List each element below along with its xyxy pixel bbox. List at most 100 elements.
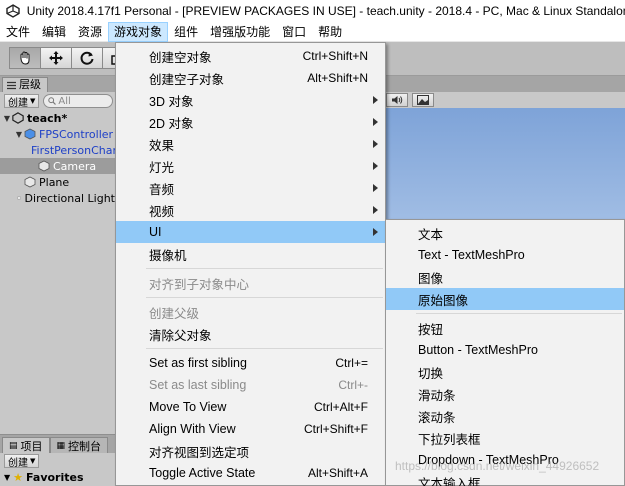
gameobject-menu-item-label: 对齐到子对象中心 <box>149 277 250 292</box>
chevron-right-icon <box>373 162 378 170</box>
gameobject-menu-item[interactable]: 对齐视图到选定项 <box>116 440 385 462</box>
gameobject-menu-item[interactable]: 创建空对象 Ctrl+Shift+N <box>116 45 385 67</box>
hierarchy-panel: 层级 创建 ▼ All ▼ teach* ▼ FPSController First… <box>0 76 145 434</box>
menu-4[interactable]: 组件 <box>168 22 204 42</box>
gameobject-menu-item[interactable]: 灯光 <box>116 155 385 177</box>
ui-submenu-item[interactable]: 原始图像 <box>386 288 624 310</box>
move-tool-button[interactable] <box>40 47 72 69</box>
gameobject-menu-item[interactable]: 视频 <box>116 199 385 221</box>
gameobject-menu-item-label: 效果 <box>149 138 175 153</box>
gameobject-menu-item-label: 3D 对象 <box>149 94 194 109</box>
gameobject-menu-item[interactable]: 音频 <box>116 177 385 199</box>
hierarchy-item[interactable]: ▼ FPSController <box>0 126 115 142</box>
project-create-button[interactable]: 创建 ▼ <box>4 454 40 469</box>
expand-triangle-icon: ▼ <box>3 113 11 123</box>
ui-submenu-item-label: 文本 <box>418 227 444 242</box>
chevron-right-icon <box>373 206 378 214</box>
unity-scene-icon <box>12 112 24 124</box>
ui-submenu-item[interactable]: 文本 <box>386 222 624 244</box>
gameobject-menu-item[interactable]: Set as first sibling Ctrl+= <box>116 352 385 374</box>
search-icon <box>48 97 57 105</box>
menu-6[interactable]: 窗口 <box>276 22 312 42</box>
folder-icon: ▤ <box>9 440 18 451</box>
menu-7[interactable]: 帮助 <box>312 22 348 42</box>
gameobject-cube-icon <box>24 176 36 188</box>
expand-triangle-icon: ▼ <box>4 472 11 482</box>
hierarchy-item-label: Directional Light <box>24 191 115 205</box>
chevron-right-icon <box>373 228 378 236</box>
ui-submenu-item-label: Button - TextMeshPro <box>418 343 538 357</box>
gameobject-cube-icon <box>38 160 50 172</box>
ui-submenu-item[interactable]: 滑动条 <box>386 383 624 405</box>
hand-icon <box>20 51 30 65</box>
ui-submenu-item[interactable]: 按钮 <box>386 317 624 339</box>
tab-console[interactable]: ▦ 控制台 <box>49 437 109 453</box>
gameobject-menu-item: 创建父级 <box>116 301 385 323</box>
chevron-down-icon: ▼ <box>30 97 36 105</box>
hierarchy-search-input[interactable]: All <box>43 94 113 108</box>
menu-separator <box>146 297 383 298</box>
hand-tool-button[interactable] <box>9 47 41 69</box>
image-icon <box>417 95 429 105</box>
menu-3[interactable]: 游戏对象 <box>108 21 169 42</box>
ui-submenu-item[interactable]: 滚动条 <box>386 405 624 427</box>
hierarchy-item[interactable]: Plane <box>0 174 115 190</box>
shortcut-label: Ctrl+- <box>338 378 368 392</box>
ui-submenu-item-label: Text - TextMeshPro <box>418 248 525 262</box>
gameobject-menu-item[interactable]: Move To View Ctrl+Alt+F <box>116 396 385 418</box>
chevron-right-icon <box>373 118 378 126</box>
scene-root-row[interactable]: ▼ teach* <box>0 110 115 126</box>
rotate-icon <box>80 51 94 65</box>
effects-toggle-button[interactable] <box>412 93 434 107</box>
gameobject-menu-item-label: 摄像机 <box>149 248 187 263</box>
hierarchy-items: ▼ FPSController FirstPersonCharacter Camera… <box>0 126 145 206</box>
ui-submenu-item[interactable]: Button - TextMeshPro <box>386 339 624 361</box>
ui-submenu-item-label: 按钮 <box>418 322 444 337</box>
rotate-tool-button[interactable] <box>71 47 103 69</box>
gameobject-menu-item-label: Align With View <box>149 422 236 436</box>
gameobject-menu-item: 对齐到子对象中心 <box>116 272 385 294</box>
expand-triangle-icon: ▼ <box>15 129 23 139</box>
ui-submenu-item[interactable]: 文本输入框 <box>386 471 624 486</box>
menu-5[interactable]: 增强版功能 <box>204 22 276 42</box>
hierarchy-item[interactable]: FirstPersonCharacter <box>0 142 145 158</box>
shortcut-label: Ctrl+= <box>335 356 368 370</box>
gameobject-menu-item-label: 灯光 <box>149 160 175 175</box>
ui-submenu-item[interactable]: 下拉列表框 <box>386 427 624 449</box>
hierarchy-item[interactable]: Camera <box>0 158 115 174</box>
ui-submenu-item[interactable]: 切换 <box>386 361 624 383</box>
move-icon <box>49 51 63 65</box>
menu-0[interactable]: 文件 <box>0 22 36 42</box>
hierarchy-create-button[interactable]: 创建 ▼ <box>4 94 40 109</box>
gameobject-menu-item[interactable]: 清除父对象 <box>116 323 385 345</box>
scene-view-toolbar <box>386 93 434 107</box>
gameobject-menu-item[interactable]: Align With View Ctrl+Shift+F <box>116 418 385 440</box>
ui-submenu-item-label: 原始图像 <box>418 293 469 308</box>
gameobject-menu-item[interactable]: 3D 对象 <box>116 89 385 111</box>
audio-toggle-button[interactable] <box>386 93 408 107</box>
gameobject-menu-item[interactable]: Toggle Active State Alt+Shift+A <box>116 462 385 484</box>
ui-submenu-item[interactable]: 图像 <box>386 266 624 288</box>
gameobject-menu-item[interactable]: UI <box>116 221 385 243</box>
menu-bar: 文件 编辑 资源 游戏对象 组件 增强版功能 窗口 帮助 <box>0 21 625 42</box>
console-icon: ▦ <box>56 440 66 451</box>
gameobject-menu-item[interactable]: 摄像机 <box>116 243 385 265</box>
gameobject-menu-item[interactable]: 创建空子对象 Alt+Shift+N <box>116 67 385 89</box>
tab-project[interactable]: ▤ 项目 <box>2 437 50 453</box>
gameobject-menu-item[interactable]: 效果 <box>116 133 385 155</box>
ui-submenu-item-label: 滑动条 <box>418 388 456 403</box>
menu-1[interactable]: 编辑 <box>36 22 72 42</box>
gameobject-menu-item[interactable]: 2D 对象 <box>116 111 385 133</box>
menu-2[interactable]: 资源 <box>72 22 108 42</box>
create-label: 创建 <box>8 97 28 109</box>
gameobject-menu-item-label: Set as last sibling <box>149 378 247 392</box>
unity-logo-icon <box>5 3 21 19</box>
list-icon <box>7 81 16 89</box>
window-title: Unity 2018.4.17f1 Personal - [PREVIEW PA… <box>26 4 625 18</box>
gameobject-menu-item-label: 清除父对象 <box>149 328 212 343</box>
shortcut-label: Ctrl+Alt+F <box>313 400 368 414</box>
hierarchy-item[interactable]: Directional Light <box>0 190 115 206</box>
tab-hierarchy[interactable]: 层级 <box>2 77 48 92</box>
ui-submenu-item[interactable]: Text - TextMeshPro <box>386 244 624 266</box>
gameobject-menu-item-label: UI <box>149 225 162 239</box>
